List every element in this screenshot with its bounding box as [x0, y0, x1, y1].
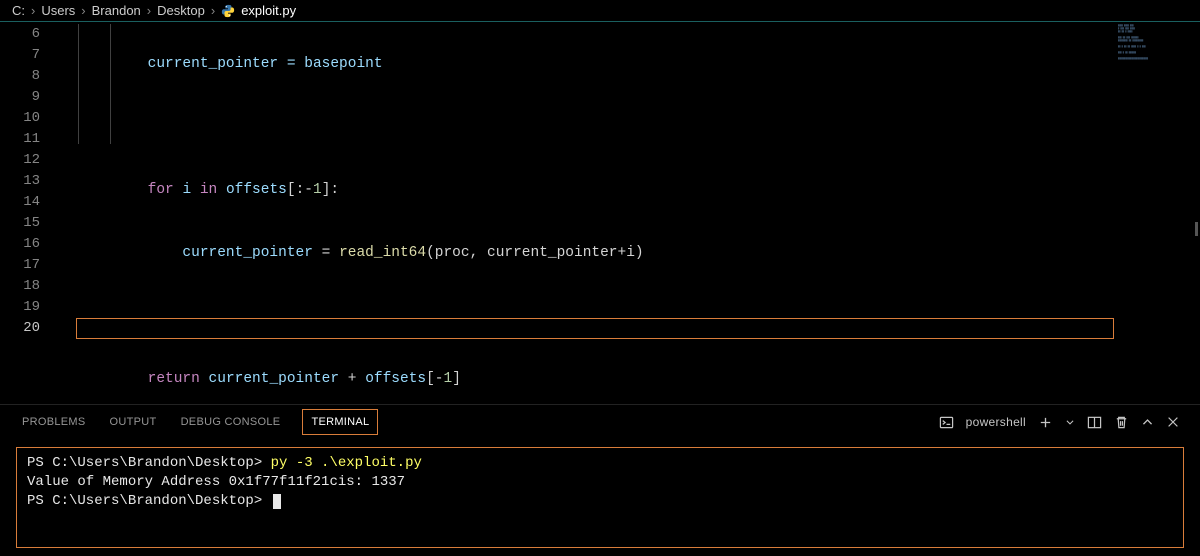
split-terminal-button[interactable] — [1087, 415, 1102, 430]
terminal-prompt: PS C:\Users\Brandon\Desktop> — [27, 493, 271, 509]
terminal-shell-label[interactable]: powershell — [966, 415, 1026, 429]
panel-tab-bar: PROBLEMS OUTPUT DEBUG CONSOLE TERMINAL p… — [0, 405, 1200, 439]
tab-output[interactable]: OUTPUT — [108, 407, 159, 437]
code-content[interactable]: current_pointer = basepoint for i in off… — [78, 24, 1182, 402]
breadcrumb-seg[interactable]: C: — [12, 3, 25, 18]
tab-problems[interactable]: PROBLEMS — [20, 407, 88, 437]
chevron-right-icon: › — [147, 3, 151, 18]
terminal-cursor — [273, 494, 281, 509]
breadcrumb-file[interactable]: exploit.py — [241, 3, 296, 18]
breadcrumb-seg[interactable]: Brandon — [92, 3, 141, 18]
new-terminal-button[interactable] — [1038, 415, 1053, 430]
terminal-line: Value of Memory Address 0x1f77f11f21cis:… — [27, 474, 405, 490]
kill-terminal-button[interactable] — [1114, 415, 1129, 430]
terminal-prompt: PS C:\Users\Brandon\Desktop> — [27, 455, 271, 471]
terminal-command: py -3 .\exploit.py — [271, 455, 422, 471]
terminal-shell-icon[interactable] — [939, 415, 954, 430]
breadcrumb: C: › Users › Brandon › Desktop › exploit… — [0, 0, 1200, 22]
chevron-right-icon: › — [81, 3, 85, 18]
python-file-icon — [221, 4, 235, 18]
close-panel-button[interactable] — [1166, 415, 1180, 429]
tab-debug-console[interactable]: DEBUG CONSOLE — [179, 407, 283, 437]
chevron-down-icon[interactable] — [1065, 417, 1075, 427]
tab-terminal[interactable]: TERMINAL — [302, 409, 378, 435]
breadcrumb-seg[interactable]: Users — [41, 3, 75, 18]
chevron-right-icon: › — [211, 3, 215, 18]
code-editor[interactable]: 678910 1112131415 1617181920 current_poi… — [0, 22, 1200, 402]
terminal-output[interactable]: PS C:\Users\Brandon\Desktop> py -3 .\exp… — [16, 447, 1184, 548]
chevron-right-icon: › — [31, 3, 35, 18]
scrollbar[interactable] — [1195, 222, 1198, 236]
bottom-panel: PROBLEMS OUTPUT DEBUG CONSOLE TERMINAL p… — [0, 404, 1200, 556]
minimap[interactable]: ████ ████ ████ ███ ███ ██████ ██ █ ████ … — [1118, 24, 1196, 94]
line-number-gutter: 678910 1112131415 1617181920 — [0, 22, 58, 339]
breadcrumb-seg[interactable]: Desktop — [157, 3, 205, 18]
maximize-panel-button[interactable] — [1141, 416, 1154, 429]
